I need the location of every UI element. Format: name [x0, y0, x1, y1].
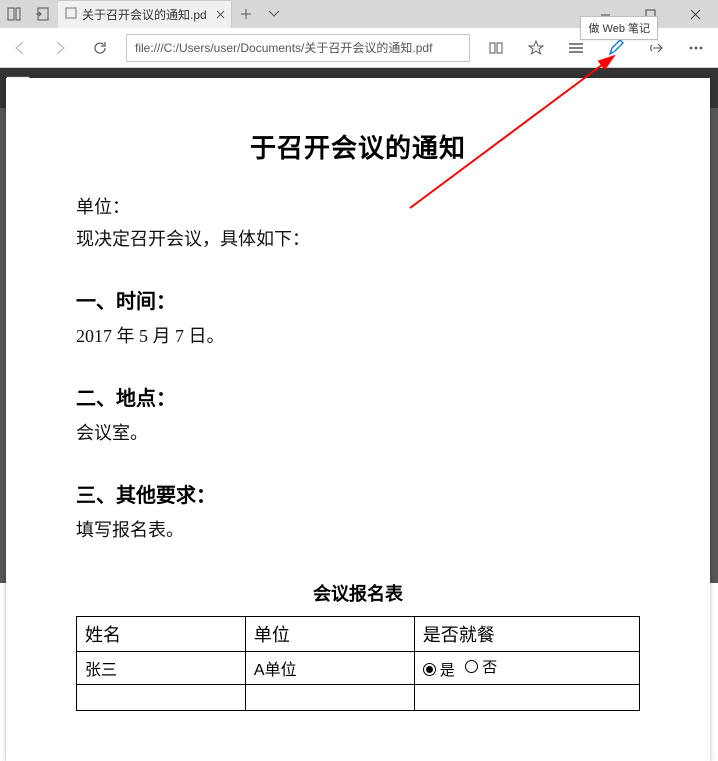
- more-button[interactable]: [676, 28, 716, 68]
- url-input[interactable]: [135, 41, 461, 55]
- table-row: 姓名 单位 是否就餐: [77, 617, 640, 652]
- cell-unit: A单位: [245, 652, 414, 685]
- cell-empty: [414, 685, 639, 711]
- doc-intro: 现决定召开会议，具体如下：: [76, 223, 640, 255]
- refresh-button[interactable]: [80, 28, 120, 68]
- cell-empty: [245, 685, 414, 711]
- doc-section-place-heading: 二、地点：: [76, 382, 640, 411]
- doc-section-req-heading: 三、其他要求：: [76, 479, 640, 508]
- tabs-dropdown-button[interactable]: [260, 10, 288, 18]
- doc-unit-label: 单位：: [76, 191, 640, 223]
- radio-yes[interactable]: 是: [423, 659, 455, 680]
- pdf-viewport[interactable]: 于召开会议的通知 单位： 现决定召开会议，具体如下： 一、时间： 2017 年 …: [0, 108, 718, 583]
- radio-dot-icon: [423, 663, 436, 676]
- new-tab-button[interactable]: [232, 8, 260, 20]
- tooltip-web-notes: 做 Web 笔记: [580, 16, 658, 40]
- reading-view-button[interactable]: [476, 28, 516, 68]
- table-row: 张三 A单位 是 否: [77, 652, 640, 685]
- th-meal: 是否就餐: [414, 617, 639, 652]
- doc-title: 于召开会议的通知: [76, 128, 640, 165]
- th-name: 姓名: [77, 617, 246, 652]
- radio-no[interactable]: 否: [465, 656, 497, 677]
- pdf-file-icon: [64, 7, 78, 22]
- doc-section-time-body: 2017 年 5 月 7 日。: [76, 320, 640, 352]
- back-button[interactable]: [0, 28, 40, 68]
- doc-section-time-heading: 一、时间：: [76, 285, 640, 314]
- signup-table: 姓名 单位 是否就餐 张三 A单位 是 否: [76, 616, 640, 711]
- favorite-button[interactable]: [516, 28, 556, 68]
- url-box[interactable]: [126, 34, 470, 62]
- doc-section-place-body: 会议室。: [76, 417, 640, 449]
- window-close-button[interactable]: [673, 0, 718, 28]
- table-row: [77, 685, 640, 711]
- tab-title: 关于召开会议的通知.pd: [82, 6, 206, 23]
- radio-circle-icon: [465, 660, 478, 673]
- close-tab-button[interactable]: [216, 8, 225, 22]
- forward-button[interactable]: [40, 28, 80, 68]
- set-aside-tabs-button[interactable]: [28, 0, 56, 28]
- cell-meal: 是 否: [414, 652, 639, 685]
- browser-tab[interactable]: 关于召开会议的通知.pd: [58, 0, 232, 28]
- cell-empty: [77, 685, 246, 711]
- doc-section-req-body: 填写报名表。: [76, 514, 640, 546]
- tabs-overview-button[interactable]: [0, 0, 28, 28]
- cell-name: 张三: [77, 652, 246, 685]
- th-unit: 单位: [245, 617, 414, 652]
- pdf-page: 于召开会议的通知 单位： 现决定召开会议，具体如下： 一、时间： 2017 年 …: [6, 78, 710, 761]
- table-caption: 会议报名表: [76, 580, 640, 606]
